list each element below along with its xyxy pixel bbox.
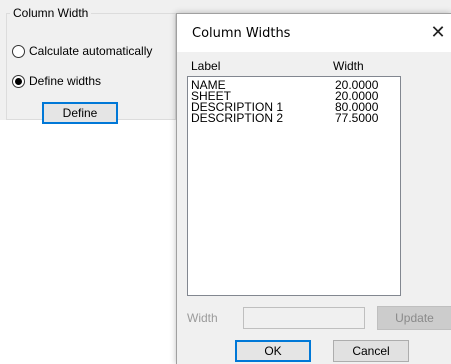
radio-label: Define widths: [29, 74, 102, 88]
dialog-titlebar[interactable]: Column Widths ✕: [177, 14, 451, 52]
column-widths-listbox[interactable]: NAME 20.0000 SHEET 20.0000 DESCRIPTION 1…: [187, 76, 401, 296]
radio-label: Calculate automatically: [29, 44, 153, 58]
dialog-title: Column Widths: [192, 26, 291, 41]
width-input[interactable]: [243, 307, 365, 329]
column-header-label: Label: [191, 59, 221, 73]
list-item[interactable]: DESCRIPTION 2 77.5000: [191, 112, 399, 124]
update-button[interactable]: Update: [377, 306, 451, 330]
define-button[interactable]: Define: [42, 102, 118, 124]
column-widths-dialog: Column Widths ✕ Label Width NAME 20.0000…: [176, 13, 451, 364]
radio-define-widths[interactable]: Define widths: [12, 74, 101, 88]
radio-button-selected[interactable]: [12, 74, 25, 88]
column-header-width: Width: [333, 59, 364, 73]
ok-button[interactable]: OK: [235, 340, 311, 362]
width-field-label: Width: [187, 311, 218, 325]
close-icon[interactable]: ✕: [427, 22, 449, 44]
radio-calculate-automatically[interactable]: Calculate automatically: [12, 44, 152, 58]
column-width-group-title: Column Width: [10, 6, 92, 20]
cancel-button[interactable]: Cancel: [333, 340, 409, 362]
radio-button-unselected[interactable]: [12, 44, 25, 58]
